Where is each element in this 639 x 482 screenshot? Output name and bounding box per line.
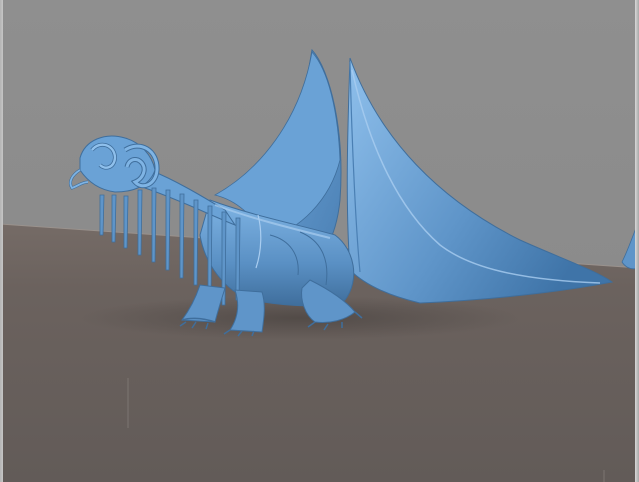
viewport-canvas[interactable] xyxy=(0,0,639,482)
viewport-frame-left xyxy=(0,0,3,482)
viewport-frame-right xyxy=(635,0,639,482)
3d-viewport[interactable] xyxy=(0,0,639,482)
